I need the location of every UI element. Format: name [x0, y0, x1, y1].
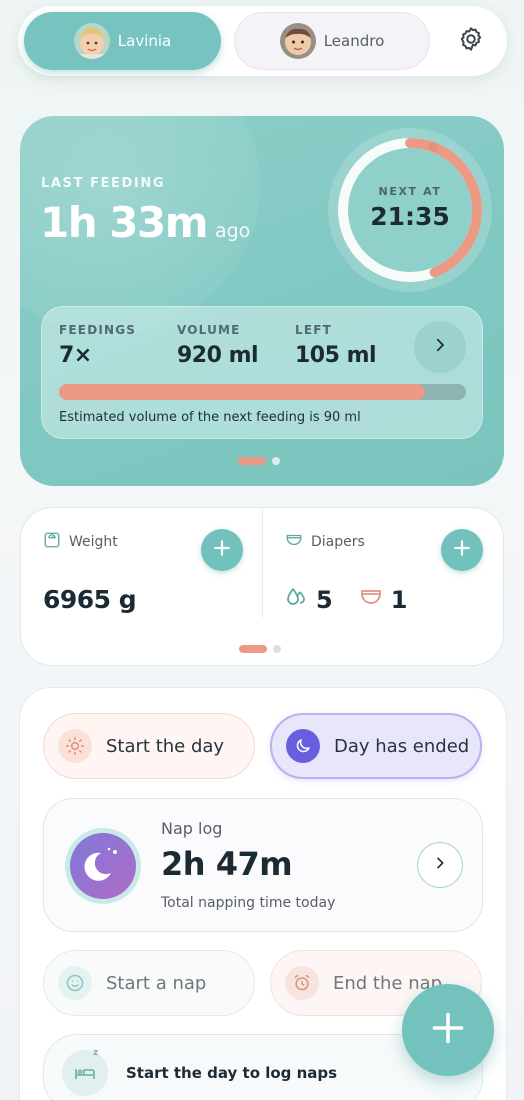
avatar-lavinia	[73, 23, 110, 59]
add-diaper-button[interactable]	[441, 529, 483, 571]
last-feeding-label: LAST FEEDING	[41, 176, 166, 191]
nap-subtitle: Total napping time today	[161, 895, 336, 911]
feeding-card[interactable]: LAST FEEDING 1h 33m ago NEXT AT 21:35 FE…	[20, 116, 504, 486]
bed-icon: z	[62, 1048, 108, 1096]
profile-name-leandro: Leandro	[323, 32, 385, 50]
plus-icon	[452, 538, 472, 562]
gear-icon	[457, 25, 485, 57]
volume-progress-bar	[59, 384, 466, 400]
diaper-counts: 5 1	[284, 585, 407, 615]
settings-button[interactable]	[452, 22, 490, 60]
nap-log-card[interactable]: Nap log 2h 47m Total napping time today	[43, 798, 483, 932]
feeding-pager	[238, 457, 280, 465]
weight-header: Weight	[43, 531, 118, 553]
last-feeding-suffix: ago	[214, 220, 251, 242]
end-day-button[interactable]: Day has ended	[270, 713, 482, 779]
pager-dot-active[interactable]	[238, 457, 266, 465]
next-feeding-ring: NEXT AT 21:35	[324, 124, 496, 296]
nap-details-button[interactable]	[417, 842, 463, 888]
start-nap-label: Start a nap	[106, 972, 207, 994]
next-at-time: 21:35	[370, 202, 450, 231]
nap-log-label: Nap log	[161, 819, 223, 838]
estimate-text: Estimated volume of the next feeding is …	[59, 410, 361, 425]
sun-icon	[58, 729, 92, 763]
left-label: LEFT	[295, 323, 333, 337]
nap-total-value: 2h 47m	[161, 845, 293, 883]
dirty-count: 1	[390, 586, 408, 614]
plus-icon	[212, 538, 232, 562]
last-feeding-value: 1h 33m ago	[40, 198, 250, 247]
profile-switcher: Lavinia Leandro	[18, 6, 507, 76]
profile-tab-lavinia[interactable]: Lavinia	[24, 12, 221, 70]
wet-count: 5	[316, 586, 333, 614]
pager-dot[interactable]	[273, 645, 281, 653]
feedings-value: 7×	[59, 343, 92, 368]
volume-value: 920 ml	[177, 343, 259, 368]
chevron-right-icon	[431, 336, 449, 358]
smile-icon	[58, 966, 92, 1000]
moon-icon	[286, 729, 320, 763]
weight-label: Weight	[69, 534, 118, 550]
start-day-label: Start the day	[106, 735, 225, 757]
avatar-leandro	[279, 23, 316, 59]
diaper-icon	[285, 531, 303, 553]
pager-dot[interactable]	[272, 457, 280, 465]
scale-icon	[43, 531, 61, 553]
diapers-label: Diapers	[311, 534, 365, 550]
last-feeding-time: 1h 33m	[40, 198, 208, 247]
add-weight-button[interactable]	[201, 529, 243, 571]
plus-icon	[430, 1010, 466, 1050]
left-value: 105 ml	[295, 343, 377, 368]
chevron-right-icon	[432, 855, 448, 875]
feeding-details-button[interactable]	[414, 321, 466, 373]
start-day-button[interactable]: Start the day	[43, 713, 255, 779]
volume-label: VOLUME	[177, 323, 241, 337]
feeding-stats: FEEDINGS 7× VOLUME 920 ml LEFT 105 ml Es…	[41, 306, 483, 439]
feedings-label: FEEDINGS	[59, 323, 137, 337]
metrics-pager	[239, 645, 281, 653]
log-naps-text: Start the day to log naps	[126, 1064, 338, 1082]
start-nap-button[interactable]: Start a nap	[43, 950, 255, 1016]
droplets-icon	[284, 585, 308, 615]
volume-progress-fill	[59, 384, 426, 400]
diapers-header: Diapers	[285, 531, 365, 553]
profile-name-lavinia: Lavinia	[117, 32, 172, 50]
nap-moon-icon	[64, 827, 142, 905]
profile-tab-leandro[interactable]: Leandro	[234, 12, 430, 70]
dirty-diaper-icon	[359, 585, 383, 615]
metrics-card: Weight 6965 g Diapers 5 1	[20, 507, 504, 666]
add-entry-fab[interactable]	[402, 984, 494, 1076]
weight-value: 6965 g	[43, 585, 137, 614]
pager-dot-active[interactable]	[239, 645, 267, 653]
next-at-label: NEXT AT	[378, 185, 442, 198]
alarm-clock-icon	[285, 966, 319, 1000]
metrics-divider	[262, 508, 263, 618]
end-day-label: Day has ended	[334, 735, 470, 757]
